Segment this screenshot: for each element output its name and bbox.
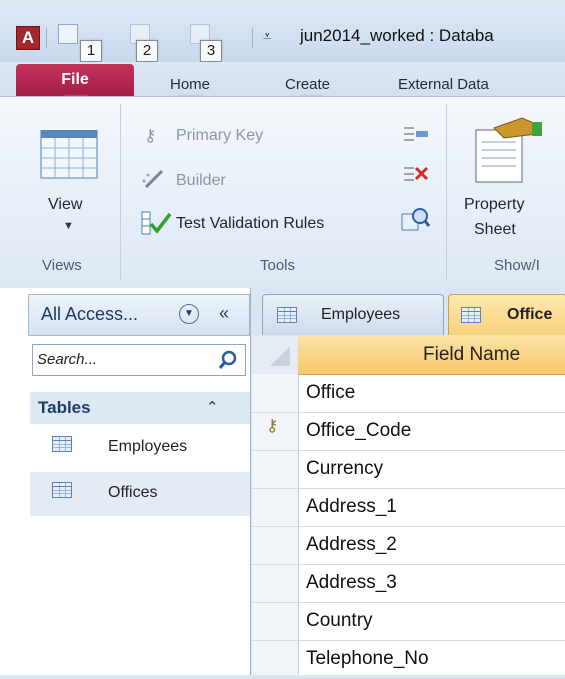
tab-file-label: File [61,71,89,88]
field-name-cell[interactable]: Office [306,382,355,404]
field-name-cell[interactable]: Address_3 [306,572,397,594]
test-validation-icon [141,211,172,235]
table-icon [277,307,297,323]
nav-item-label: Employees [108,438,188,455]
nav-group-tables-label: Tables [38,398,91,417]
datasheet-view-icon [40,129,98,179]
keytip-undo: 2 [136,40,158,62]
table-icon [461,307,481,323]
nav-pane-dropdown-icon[interactable]: ▼ [179,304,199,324]
doc-tab-label: Office [507,306,553,323]
qat-separator [46,28,47,48]
nav-search-input[interactable]: Search... [32,344,246,376]
row-selector[interactable] [252,488,298,527]
table-row[interactable]: Telephone_No [298,640,565,679]
save-icon[interactable] [58,24,78,44]
tab-home[interactable]: Home [170,76,210,93]
collapse-pane-icon[interactable]: « [219,303,229,324]
row-selector[interactable] [252,564,298,603]
doc-tab-offices[interactable]: Office [448,294,565,335]
tab-external-data[interactable]: External Data [398,76,489,93]
group-separator [120,104,121,280]
view-button[interactable] [40,129,100,188]
doc-tab-label: Employees [321,306,401,323]
primary-key-icon: ⚷ [144,126,157,145]
group-label-show-hide: Show/I [494,257,540,274]
access-app-icon[interactable]: A [16,26,40,50]
group-label-views: Views [42,257,82,274]
doc-tab-employees[interactable]: Employees [262,294,444,335]
insert-rows-icon[interactable] [402,124,430,148]
select-all-corner[interactable] [252,336,298,374]
table-row[interactable]: Office_Code [298,412,565,451]
window-title: jun2014_worked : Databa [300,26,494,45]
field-name-cell[interactable]: Country [306,610,373,632]
builder-icon [142,169,164,189]
property-sheet-icon[interactable] [474,116,544,186]
nav-search-placeholder: Search... [37,351,98,368]
tab-create[interactable]: Create [285,76,330,93]
nav-item-label: Offices [108,484,158,501]
table-row[interactable]: Address_2 [298,526,565,565]
keytip-redo: 3 [200,40,222,62]
nav-group-tables[interactable]: Tables ⌃ [30,392,250,424]
tab-file[interactable]: File [16,64,134,96]
property-sheet-label-1[interactable]: Property [464,196,524,214]
keytip-save: 1 [80,40,102,62]
row-selector[interactable] [252,450,298,489]
table-row[interactable]: Office [298,374,565,413]
nav-pane-header[interactable]: All Access... ▼ « [28,294,250,336]
field-name-cell[interactable]: Currency [306,458,383,480]
test-validation-button[interactable]: Test Validation Rules [176,215,324,233]
property-sheet-label-2[interactable]: Sheet [474,221,516,239]
table-icon [52,436,72,452]
table-row[interactable]: Country [298,602,565,641]
builder-button[interactable]: Builder [176,172,226,190]
table-row[interactable]: Address_3 [298,564,565,603]
nav-item-employees[interactable]: Employees [30,426,250,470]
row-selector[interactable] [252,602,298,641]
field-name-cell[interactable]: Address_1 [306,496,397,518]
field-name-cell[interactable]: Office_Code [306,420,411,442]
group-label-tools: Tools [260,257,296,274]
row-selector[interactable] [252,640,298,679]
view-label[interactable]: View [48,196,82,214]
search-icon[interactable] [217,349,239,371]
collapse-group-icon[interactable]: ⌃ [206,398,219,416]
nav-pane-title: All Access... [41,304,139,324]
primary-key-button[interactable]: Primary Key [176,127,263,145]
field-name-cell[interactable]: Telephone_No [306,648,429,670]
qat-separator-2 [252,28,253,48]
nav-item-offices[interactable]: Offices [30,472,250,516]
row-selector[interactable] [252,526,298,565]
view-dropdown-icon[interactable]: ▼ [63,220,74,232]
row-selector[interactable] [252,374,298,413]
row-selector[interactable]: ⚷ [252,412,298,451]
column-header-label: Field Name [423,344,521,365]
group-separator-2 [446,104,447,280]
customize-qat-icon[interactable]: ⩡ [263,28,271,45]
modify-lookups-icon[interactable] [400,206,430,234]
field-name-cell[interactable]: Address_2 [306,534,397,556]
delete-rows-icon[interactable] [402,164,430,188]
table-row[interactable]: Address_1 [298,488,565,527]
field-name-column-header[interactable]: Field Name [298,336,565,375]
table-row[interactable]: Currency [298,450,565,489]
table-icon [52,482,72,498]
primary-key-icon: ⚷ [266,416,279,435]
